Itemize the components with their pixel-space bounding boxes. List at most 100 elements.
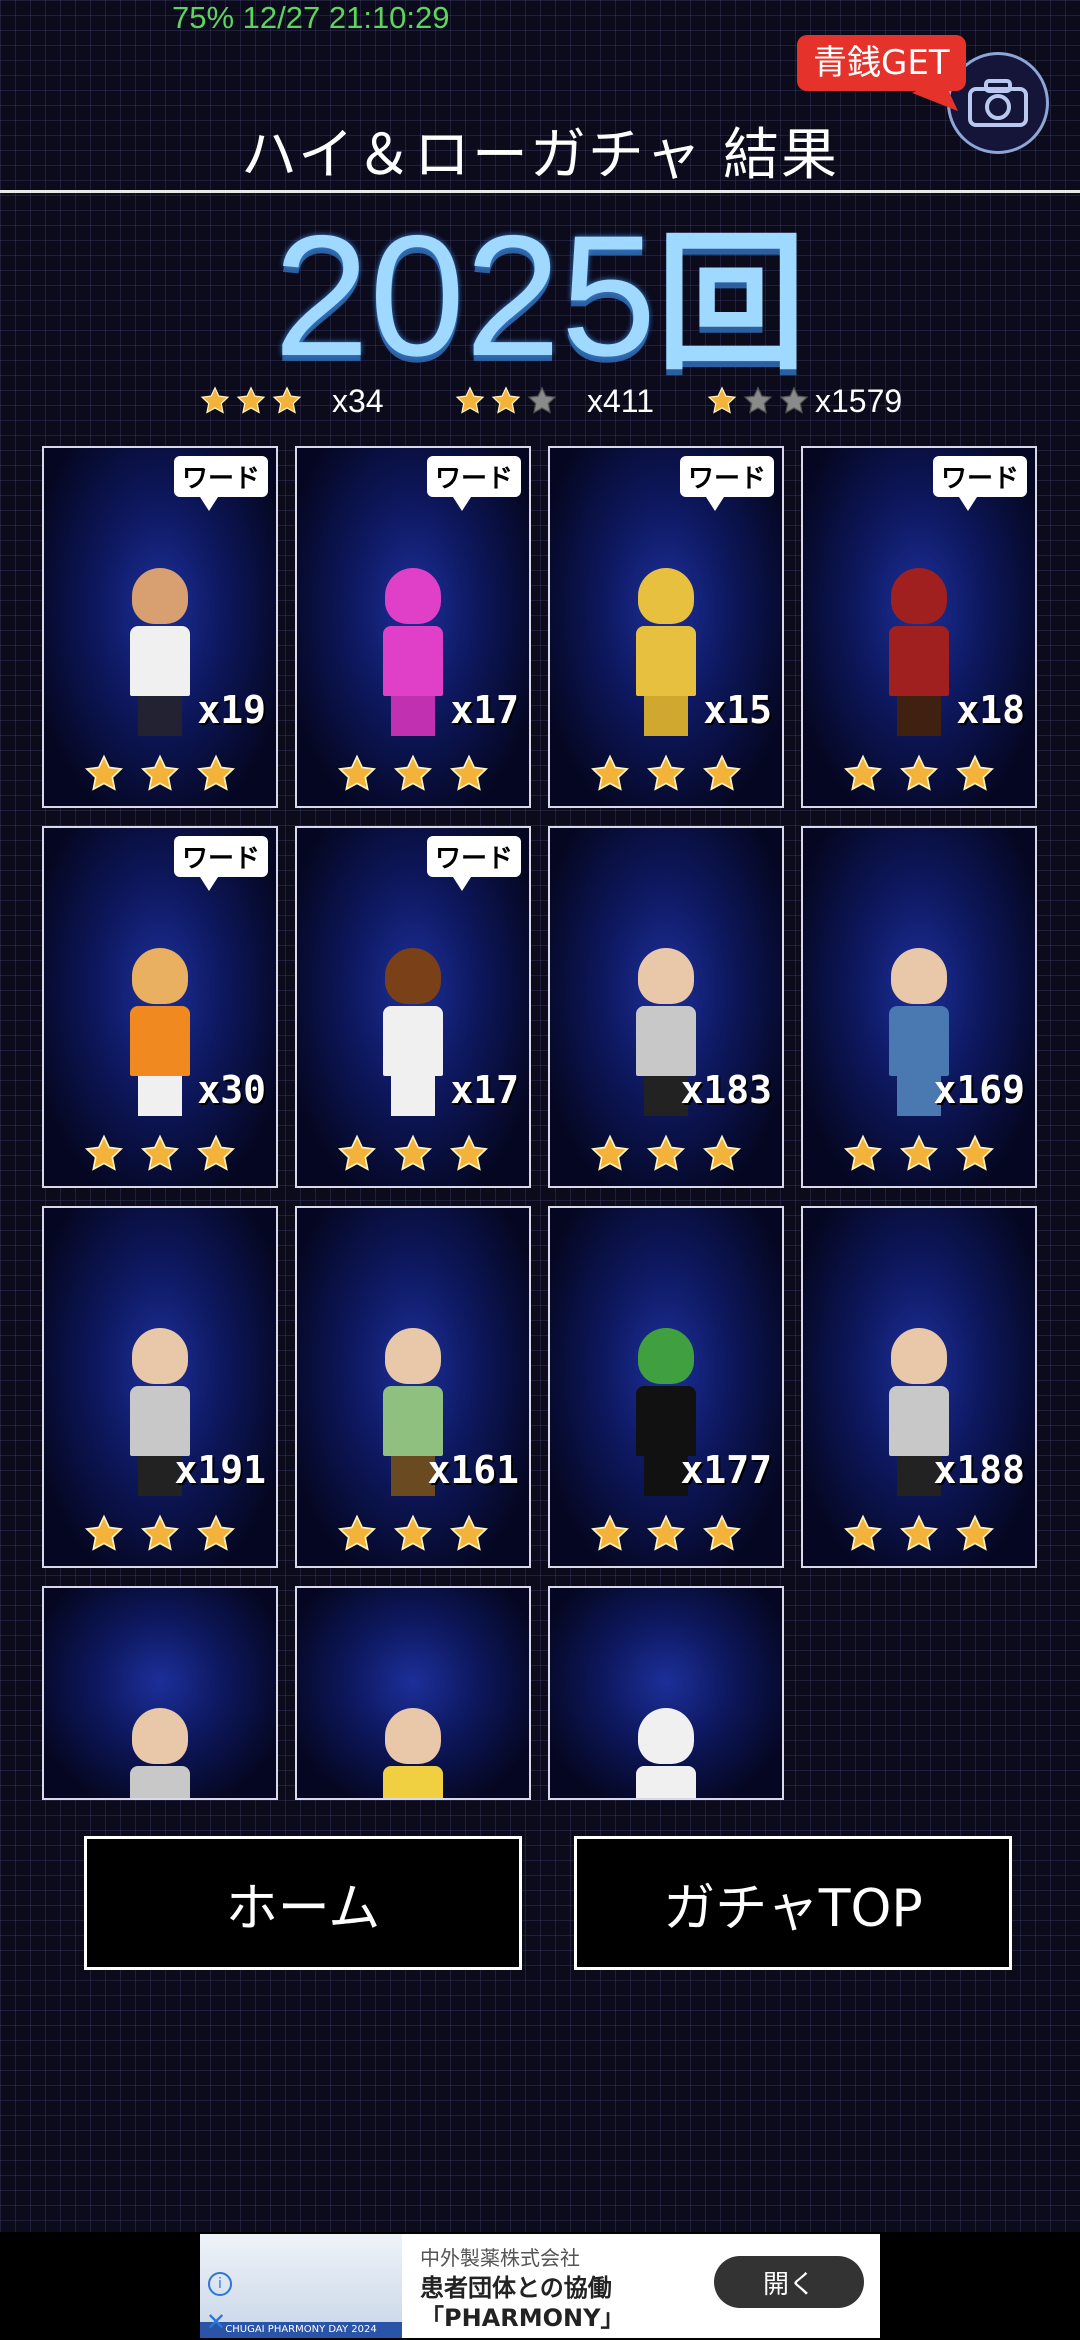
result-card[interactable]: x161 [295, 1206, 531, 1568]
summary-2star: x411 [455, 378, 654, 424]
star-icon [140, 1514, 180, 1551]
card-rating [803, 1134, 1035, 1174]
card-count: x15 [703, 688, 772, 732]
card-count: x161 [427, 1448, 519, 1492]
result-card[interactable]: ワード x17 [295, 826, 531, 1188]
result-card[interactable]: ワード x15 [548, 446, 784, 808]
result-card[interactable]: x177 [548, 1206, 784, 1568]
star-icon [200, 386, 230, 414]
character-sprite [631, 1708, 701, 1798]
word-tag: ワード [426, 456, 521, 511]
card-rating [803, 1514, 1035, 1554]
result-card[interactable]: x169 [801, 826, 1037, 1188]
close-icon[interactable]: ✕ [206, 2310, 226, 2334]
star-icon [702, 754, 742, 791]
result-card[interactable]: ワード x19 [42, 446, 278, 808]
status-text: 75% 12/27 21:10:29 [172, 0, 450, 35]
summary-3star: x34 [200, 378, 384, 424]
count-unit: 回 [656, 217, 807, 391]
card-rating [550, 1134, 782, 1174]
summary-count: x1579 [815, 382, 903, 419]
character-sprite [631, 568, 701, 736]
card-rating [44, 754, 276, 794]
card-rating [297, 1514, 529, 1554]
rating-stars [707, 386, 809, 416]
title-divider [0, 190, 1080, 193]
home-button[interactable]: ホーム [84, 1836, 522, 1970]
star-icon [449, 754, 489, 791]
star-icon [702, 1514, 742, 1551]
star-icon [196, 1134, 236, 1171]
word-tag: ワード [932, 456, 1027, 511]
result-card[interactable]: x188 [801, 1206, 1037, 1568]
ad-image-caption: CHUGAI PHARMONY DAY 2024 [200, 2322, 402, 2338]
star-icon [393, 754, 433, 791]
star-icon [899, 1514, 939, 1551]
star-icon [843, 1134, 883, 1171]
rating-stars [455, 386, 557, 416]
card-count: x30 [197, 1068, 266, 1112]
word-tag: ワード [173, 456, 268, 511]
result-card[interactable] [295, 1586, 531, 1800]
ad-banner[interactable]: CHUGAI PHARMONY DAY 2024 i ✕ 中外製薬株式会社 患者… [200, 2234, 880, 2338]
card-count: x19 [197, 688, 266, 732]
star-icon [955, 1514, 995, 1551]
word-tag: ワード [426, 836, 521, 891]
card-rating [44, 1514, 276, 1554]
card-rating [550, 754, 782, 794]
card-count: x191 [174, 1448, 266, 1492]
star-icon [702, 1134, 742, 1171]
card-rating [297, 1134, 529, 1174]
star-icon [337, 1514, 377, 1551]
summary-count: x34 [332, 382, 384, 419]
empty-star-icon [743, 386, 773, 414]
result-card[interactable] [42, 1586, 278, 1800]
star-icon [140, 754, 180, 791]
ad-open-button[interactable]: 開く [714, 2256, 864, 2308]
star-icon [955, 1134, 995, 1171]
card-count: x17 [450, 1068, 519, 1112]
star-icon [84, 1134, 124, 1171]
result-card[interactable] [548, 1586, 784, 1800]
star-icon [236, 386, 266, 414]
star-icon [84, 754, 124, 791]
card-count: x18 [956, 688, 1025, 732]
rating-stars [200, 386, 302, 416]
summary-count: x411 [587, 382, 655, 419]
star-icon [590, 754, 630, 791]
star-icon [590, 1134, 630, 1171]
star-icon [899, 1134, 939, 1171]
character-sprite [884, 568, 954, 736]
word-tag: ワード [173, 836, 268, 891]
star-icon [337, 754, 377, 791]
camera-icon [968, 79, 1028, 127]
star-icon [955, 754, 995, 791]
result-card[interactable]: x183 [548, 826, 784, 1188]
result-card[interactable]: ワード x18 [801, 446, 1037, 808]
page-title: ハイ＆ローガチャ 結果 [240, 123, 840, 188]
star-icon [84, 1514, 124, 1551]
star-icon [140, 1134, 180, 1171]
character-sprite [125, 1708, 195, 1798]
info-icon[interactable]: i [208, 2272, 232, 2296]
star-icon [590, 1514, 630, 1551]
blue-coin-get-badge[interactable]: 青銭GET [797, 35, 966, 91]
character-sprite [378, 1708, 448, 1798]
star-icon [337, 1134, 377, 1171]
gacha-top-button[interactable]: ガチャTOP [574, 1836, 1012, 1970]
star-icon [707, 386, 737, 414]
star-icon [646, 754, 686, 791]
empty-star-icon [527, 386, 557, 414]
result-card[interactable]: ワード x30 [42, 826, 278, 1188]
summary-1star: x1579 [707, 378, 902, 424]
star-icon [196, 1514, 236, 1551]
ad-company: 中外製薬株式会社 [420, 2246, 580, 2270]
ad-subline: 「PHARMONY」 [420, 2304, 625, 2332]
star-icon [843, 754, 883, 791]
result-card[interactable]: ワード x17 [295, 446, 531, 808]
result-card[interactable]: x191 [42, 1206, 278, 1568]
character-sprite [125, 948, 195, 1116]
grid-fade [0, 1800, 1080, 1840]
star-icon [455, 386, 485, 414]
star-icon [449, 1134, 489, 1171]
